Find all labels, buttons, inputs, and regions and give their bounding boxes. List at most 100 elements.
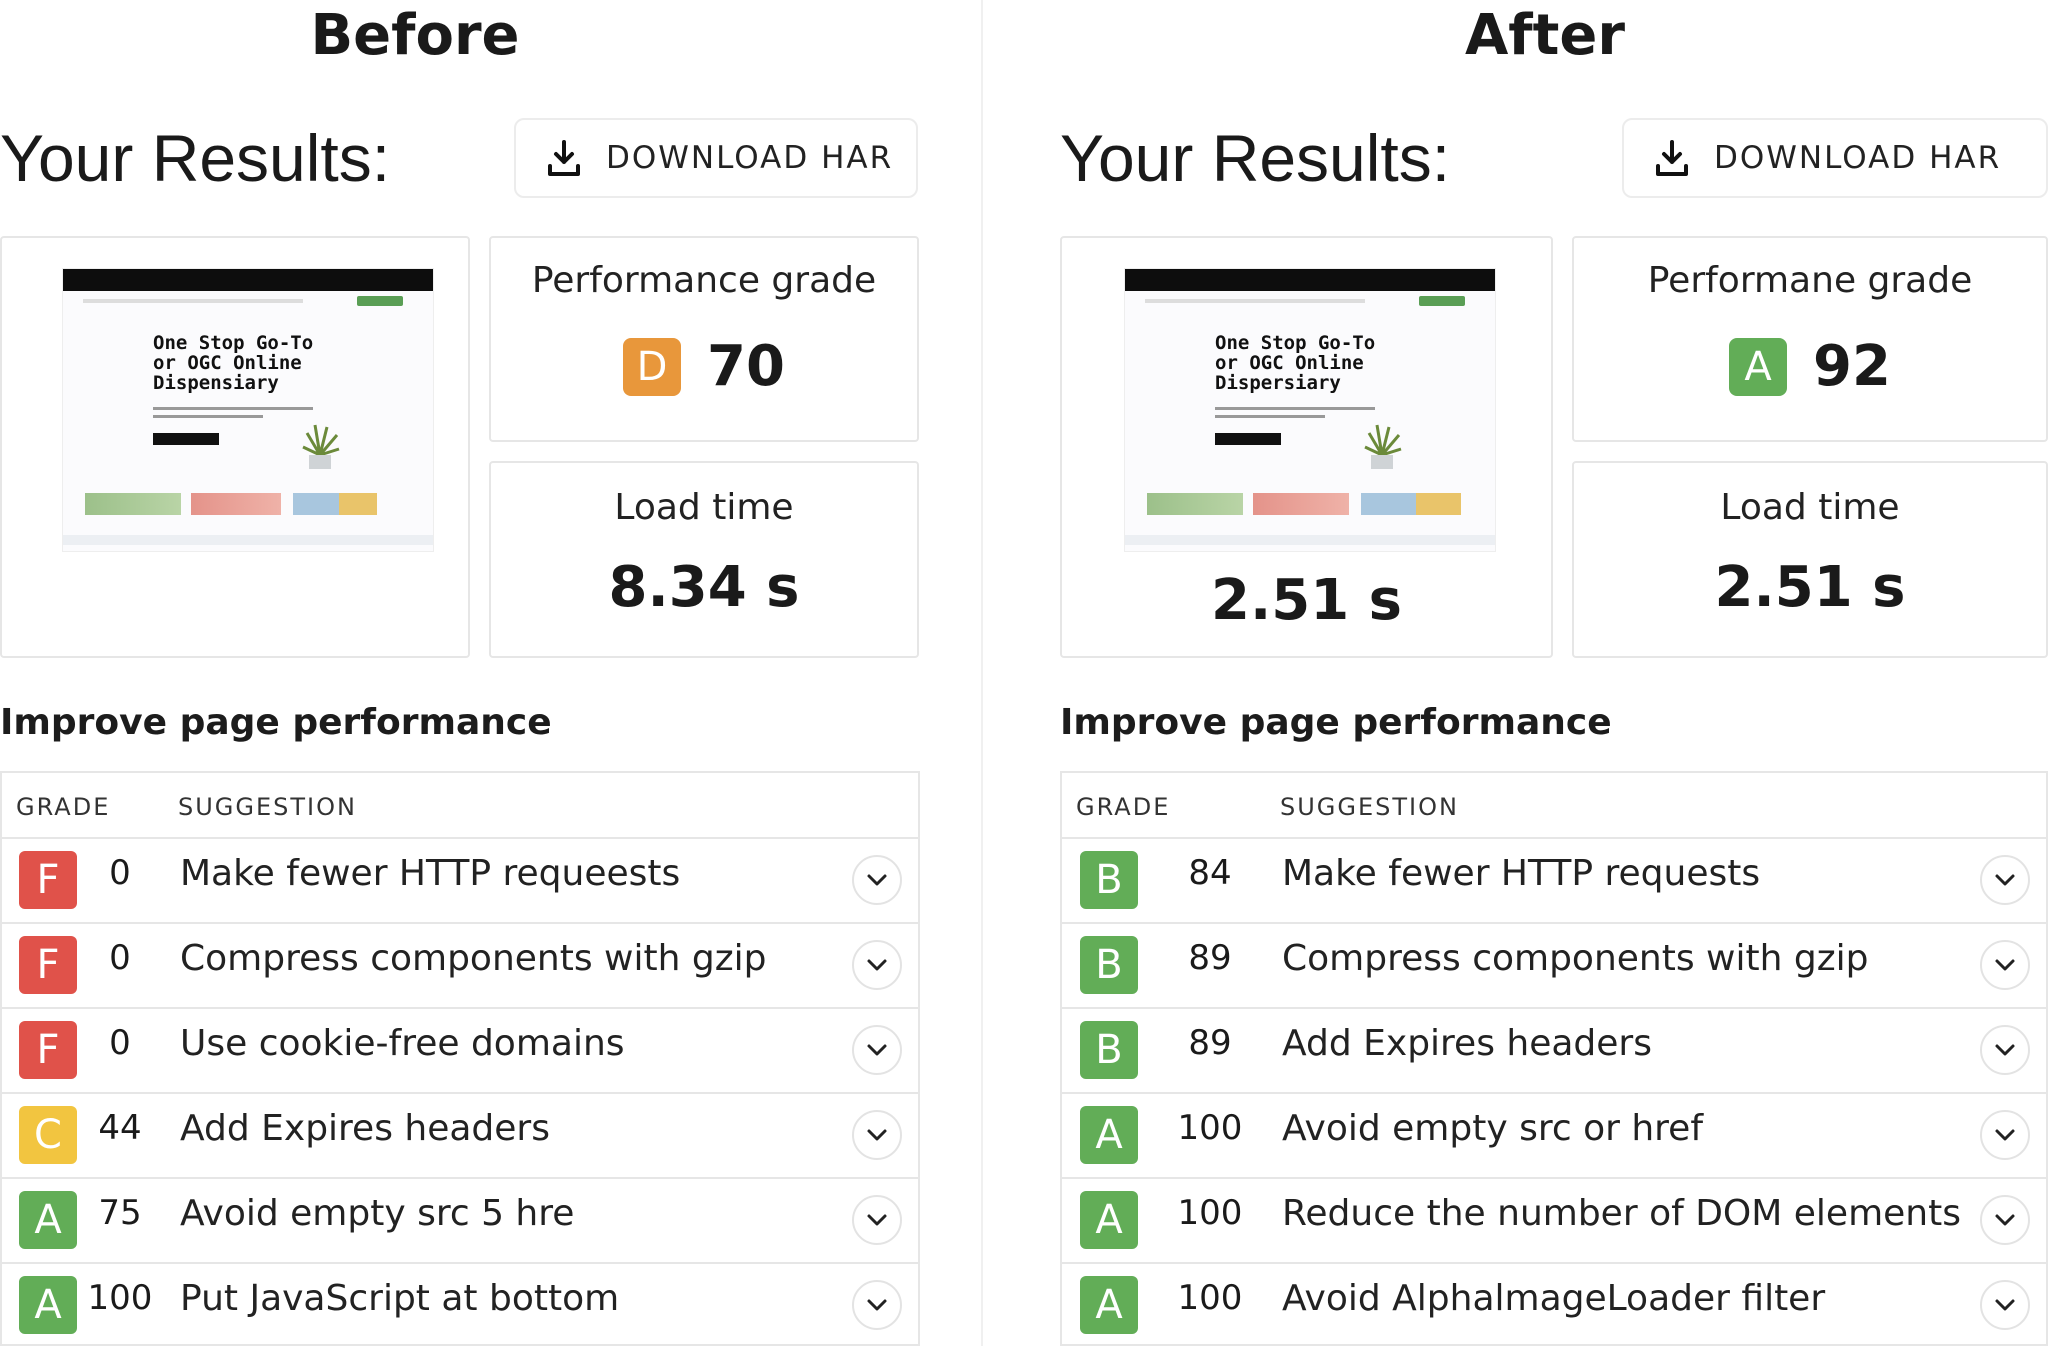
chevron-down-icon (1995, 959, 2015, 971)
suggestions-table: GRADE SUGGESTION B 84 Make fewer HTTP re… (1060, 771, 2048, 1346)
row-score: 100 (1177, 1278, 1243, 1318)
table-row[interactable]: B 89 Add Expires headers (1062, 1009, 2046, 1094)
grade-badge: A (19, 1276, 77, 1334)
expand-chevron-button[interactable] (1980, 855, 2030, 905)
page-thumbnail: One Stop Go-To or OGC Online Dispersiary (1124, 268, 1496, 552)
before-panel: Before Your Results: DOWNLOAD HAR One St… (0, 0, 980, 1346)
chevron-down-icon (1995, 874, 2015, 886)
grade-badge: F (19, 851, 77, 909)
panel-heading: Before (310, 3, 520, 68)
grade-score: 70 (707, 334, 785, 399)
thumbnail-load-time: 2.51 s (1211, 568, 1402, 633)
load-time-value: 2.51 s (1714, 555, 1906, 620)
performance-grade-card: Performane grade A 92 (1572, 236, 2048, 442)
improve-heading: Improve page performance (0, 702, 552, 743)
load-time-card: Load time 2.51 s (1572, 461, 2048, 658)
row-score: 75 (98, 1193, 142, 1233)
expand-chevron-button[interactable] (1980, 1195, 2030, 1245)
page-thumbnail: One Stop Go-To or OGC Online Dispensiary (62, 268, 434, 552)
download-har-button[interactable]: DOWNLOAD HAR (514, 118, 918, 198)
expand-chevron-button[interactable] (852, 940, 902, 990)
row-score: 100 (87, 1278, 153, 1318)
load-time-label: Load time (1720, 487, 1900, 528)
panel-heading: After (1464, 3, 1626, 68)
expand-chevron-button[interactable] (1980, 1280, 2030, 1330)
grade-badge: A (1080, 1276, 1138, 1334)
table-row[interactable]: F 0 Make fewer HTTP requeests (2, 839, 918, 924)
expand-chevron-button[interactable] (852, 1025, 902, 1075)
row-suggestion: Compress components with gzip (1282, 938, 1869, 979)
download-icon (1656, 140, 1688, 176)
chevron-down-icon (1995, 1129, 2015, 1141)
plant-image (1364, 424, 1402, 469)
chevron-down-icon (867, 1214, 887, 1226)
grade-badge: B (1080, 1021, 1138, 1079)
chevron-down-icon (867, 1129, 887, 1141)
chevron-down-icon (867, 874, 887, 886)
chevron-down-icon (1995, 1299, 2015, 1311)
row-score: 84 (1188, 853, 1232, 893)
performance-grade-label: Performane grade (1647, 260, 1973, 301)
page-screenshot-card: One Stop Go-To or OGC Online Dispensiary (0, 236, 470, 658)
chevron-down-icon (867, 1044, 887, 1056)
grade-badge: F (19, 936, 77, 994)
results-title: Your Results: (0, 121, 391, 195)
row-suggestion: Avoid empty src 5 hre (180, 1193, 575, 1234)
improve-heading: Improve page performance (1060, 702, 1612, 743)
row-suggestion: Avoid empty src or href (1282, 1108, 1703, 1149)
column-header-suggestion: SUGGESTION (1280, 793, 1459, 821)
table-row[interactable]: B 84 Make fewer HTTP requests (1062, 839, 2046, 924)
load-time-value: 8.34 s (608, 555, 800, 620)
expand-chevron-button[interactable] (1980, 1025, 2030, 1075)
chevron-down-icon (867, 959, 887, 971)
table-row[interactable]: A 75 Avoid empty src 5 hre (2, 1179, 918, 1264)
table-row[interactable]: A 100 Avoid AlphalmageLoader filter (1062, 1264, 2046, 1349)
row-suggestion: Use cookie-free domains (180, 1023, 625, 1064)
grade-score: 92 (1813, 334, 1891, 399)
table-row[interactable]: A 100 Avoid empty src or href (1062, 1094, 2046, 1179)
download-har-button[interactable]: DOWNLOAD HAR (1622, 118, 2048, 198)
row-score: 0 (109, 1023, 131, 1063)
column-header-grade: GRADE (1076, 793, 1171, 821)
row-suggestion: Add Expires headers (180, 1108, 550, 1149)
grade-badge: A (1080, 1191, 1138, 1249)
grade-badge: B (1080, 936, 1138, 994)
expand-chevron-button[interactable] (852, 855, 902, 905)
grade-badge: A (19, 1191, 77, 1249)
row-score: 89 (1188, 938, 1232, 978)
row-score: 44 (98, 1108, 142, 1148)
table-row[interactable]: F 0 Use cookie-free domains (2, 1009, 918, 1094)
load-time-label: Load time (614, 487, 794, 528)
table-header: GRADE SUGGESTION (1062, 773, 2046, 839)
expand-chevron-button[interactable] (1980, 940, 2030, 990)
after-panel: After Your Results: DOWNLOAD HAR One Sto… (1060, 0, 2048, 1346)
table-row[interactable]: F 0 Compress components with gzip (2, 924, 918, 1009)
page-screenshot-card: One Stop Go-To or OGC Online Dispersiary… (1060, 236, 1553, 658)
download-icon (548, 140, 580, 176)
grade-badge: A (1729, 337, 1788, 396)
table-row[interactable]: B 89 Compress components with gzip (1062, 924, 2046, 1009)
table-row[interactable]: A 100 Reduce the number of DOM elements (1062, 1179, 2046, 1264)
row-suggestion: Reduce the number of DOM elements (1282, 1193, 1961, 1234)
table-row[interactable]: C 44 Add Expires headers (2, 1094, 918, 1179)
grade-badge: F (19, 1021, 77, 1079)
grade-badge: B (1080, 851, 1138, 909)
chevron-down-icon (1995, 1214, 2015, 1226)
row-suggestion: Add Expires headers (1282, 1023, 1652, 1064)
expand-chevron-button[interactable] (852, 1195, 902, 1245)
download-har-label: DOWNLOAD HAR (1714, 140, 2002, 176)
column-header-suggestion: SUGGESTION (178, 793, 357, 821)
expand-chevron-button[interactable] (852, 1110, 902, 1160)
row-suggestion: Compress components with gzip (180, 938, 767, 979)
thumbnail-title: One Stop Go-To or OGC Online Dispersiary (1215, 332, 1376, 394)
row-suggestion: Make fewer HTTP requeests (180, 853, 681, 894)
table-row[interactable]: A 100 Put JavaScript at bottom (2, 1264, 918, 1349)
plant-image (302, 424, 340, 469)
row-score: 0 (109, 853, 131, 893)
chevron-down-icon (1995, 1044, 2015, 1056)
expand-chevron-button[interactable] (1980, 1110, 2030, 1160)
row-suggestion: Make fewer HTTP requests (1282, 853, 1761, 894)
expand-chevron-button[interactable] (852, 1280, 902, 1330)
grade-badge: C (19, 1106, 77, 1164)
suggestions-table: GRADE SUGGESTION F 0 Make fewer HTTP req… (0, 771, 920, 1346)
